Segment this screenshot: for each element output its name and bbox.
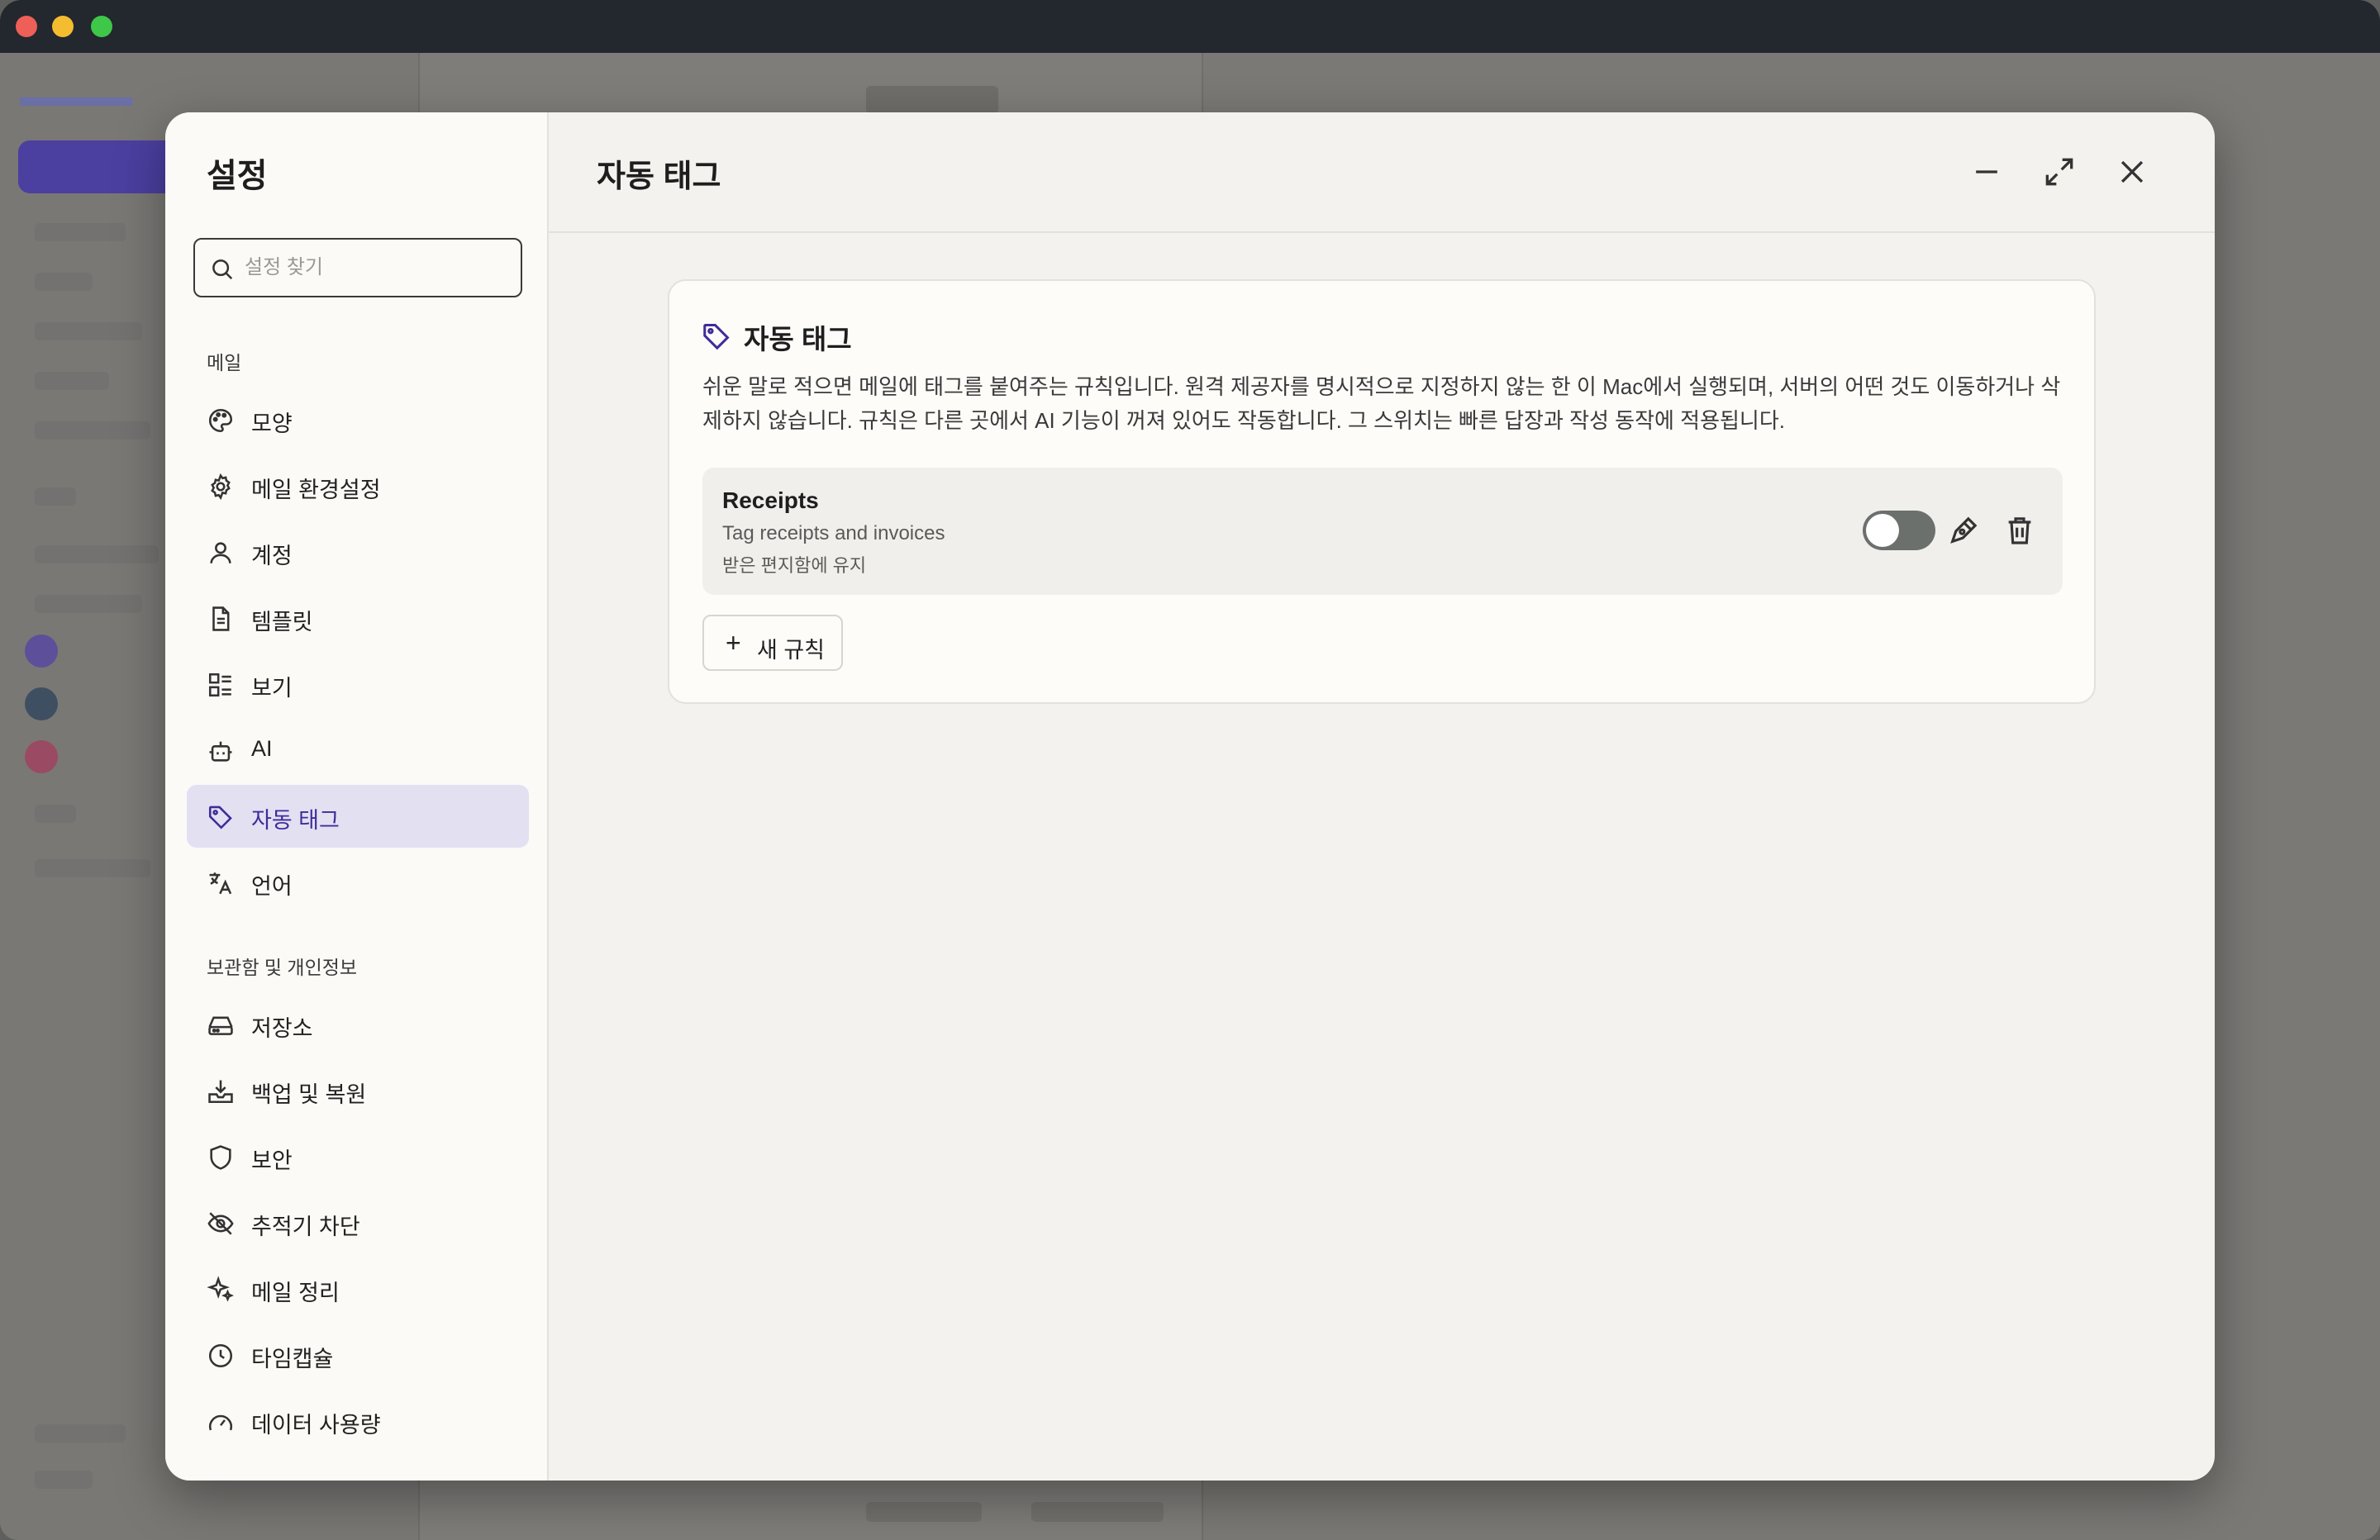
- nav-item-view[interactable]: 보기: [187, 653, 529, 715]
- background-row: [35, 1471, 93, 1489]
- nav-item-accounts[interactable]: 계정: [187, 520, 529, 583]
- toggle-knob: [1866, 514, 1899, 547]
- search-icon: [212, 259, 233, 280]
- eye-off-icon: [207, 1212, 234, 1235]
- nav-item-language[interactable]: 언어: [187, 851, 529, 914]
- page-title: 자동 태그: [597, 159, 721, 194]
- nav-item-backup-restore[interactable]: 백업 및 복원: [187, 1059, 529, 1122]
- settings-dialog: 설정 메일 모양 메일 환경설정 계정: [165, 112, 2215, 1481]
- nav-item-label: 템플릿: [251, 610, 313, 635]
- background-avatar: [25, 740, 58, 773]
- user-icon: [210, 542, 231, 563]
- nav-item-label: 저장소: [251, 1016, 313, 1041]
- nav-item-ai[interactable]: AI: [187, 719, 529, 782]
- add-rule-label: 새 규칙: [757, 638, 826, 663]
- settings-search-input[interactable]: [245, 250, 509, 286]
- auto-tag-card: 자동 태그 쉬운 말로 적으면 메일에 태그를 붙여주는 규칙입니다. 원격 제…: [668, 279, 2096, 704]
- card-title: 자동 태그: [744, 324, 852, 354]
- download-tray-icon: [208, 1080, 233, 1104]
- nav-item-data-usage[interactable]: 데이터 사용량: [187, 1390, 529, 1452]
- nav-item-label: 메일 정리: [251, 1281, 340, 1305]
- background-status: [866, 1502, 982, 1522]
- nav-item-label: AI: [251, 736, 273, 761]
- settings-search[interactable]: [193, 238, 522, 297]
- nav-item-label: 보기: [251, 676, 293, 701]
- background-row: [35, 322, 142, 340]
- rule-name: Receipts: [722, 487, 819, 513]
- nav-item-storage[interactable]: 저장소: [187, 993, 529, 1056]
- rule-folder: 받은 편지함에 유지: [722, 555, 867, 576]
- plus-icon: +: [726, 628, 741, 658]
- background-avatar: [25, 687, 58, 720]
- background-row: [35, 859, 150, 877]
- gear-icon: [211, 473, 231, 501]
- pen-edit-icon[interactable]: [1947, 514, 1980, 547]
- gauge-icon: [209, 1414, 232, 1431]
- settings-title: 설정: [207, 158, 268, 194]
- zoom-window-button[interactable]: [91, 16, 112, 37]
- sparkles-icon: [207, 1276, 234, 1302]
- close-icon[interactable]: [2114, 154, 2150, 190]
- background-avatar: [25, 635, 58, 668]
- background-row: [35, 805, 76, 823]
- rule-enabled-toggle[interactable]: [1863, 511, 1935, 550]
- translate-icon: [209, 872, 232, 895]
- nav-item-tracker-blocking[interactable]: 추적기 차단: [187, 1191, 529, 1254]
- rule-item: Receipts Tag receipts and invoices 받은 편지…: [702, 468, 2063, 595]
- layout-list-icon: [208, 673, 231, 697]
- nav-item-mail-preferences[interactable]: 메일 환경설정: [187, 454, 529, 517]
- nav-item-label: 백업 및 복원: [251, 1082, 367, 1107]
- minimize-icon[interactable]: [1968, 154, 2005, 190]
- minimize-window-button[interactable]: [52, 16, 74, 37]
- window-titlebar: [0, 0, 2380, 53]
- background-row: [35, 273, 93, 291]
- clock-icon: [208, 1343, 233, 1368]
- nav-item-label: 추적기 차단: [251, 1214, 360, 1239]
- background-row: [35, 421, 150, 440]
- nav-item-label: 언어: [251, 874, 293, 899]
- background-list-title: [866, 86, 998, 114]
- card-description: 쉬운 말로 적으면 메일에 태그를 붙여주는 규칙입니다. 원격 제공자를 명시…: [702, 374, 2061, 433]
- nav-item-auto-tag[interactable]: 자동 태그: [187, 785, 529, 848]
- background-row: [35, 372, 109, 390]
- nav-item-label: 데이터 사용량: [251, 1413, 381, 1438]
- settings-content: 자동 태그 자동 태그 쉬운 말로 적으면 메일에 태그를 붙여주는 규칙입니다…: [549, 112, 2215, 1481]
- robot-icon: [209, 741, 232, 762]
- nav-item-label: 타임캡슐: [251, 1347, 334, 1371]
- tag-icon: [208, 806, 232, 829]
- hard-drive-icon: [208, 1016, 233, 1035]
- tag-icon: [703, 324, 730, 350]
- content-header: 자동 태그: [549, 112, 2215, 233]
- background-row: [35, 1424, 126, 1443]
- background-row: [35, 487, 76, 506]
- expand-icon[interactable]: [2041, 154, 2078, 190]
- nav-item-label: 계정: [251, 544, 293, 568]
- background-row: [35, 595, 142, 613]
- section-label-storage-privacy: 보관함 및 개인정보: [207, 957, 358, 978]
- add-rule-button[interactable]: + 새 규칙: [702, 615, 843, 671]
- shield-icon: [210, 1145, 231, 1170]
- nav-item-security[interactable]: 보안: [187, 1125, 529, 1188]
- rule-description: Tag receipts and invoices: [722, 522, 945, 544]
- close-window-button[interactable]: [16, 16, 37, 37]
- background-row: [35, 223, 126, 241]
- background-logo: ▬▬▬▬: [20, 81, 132, 112]
- palette-icon: [208, 408, 233, 433]
- nav-item-label: 모양: [251, 411, 293, 436]
- background-row: [35, 545, 159, 563]
- nav-item-label: 보안: [251, 1148, 293, 1173]
- background-status: [1031, 1502, 1164, 1522]
- nav-item-mail-cleanup[interactable]: 메일 정리: [187, 1257, 529, 1320]
- section-label-mail: 메일: [207, 352, 242, 373]
- nav-item-templates[interactable]: 템플릿: [187, 587, 529, 649]
- nav-item-label: 자동 태그: [251, 808, 340, 833]
- nav-item-label: 메일 환경설정: [251, 478, 381, 502]
- nav-item-appearance[interactable]: 모양: [187, 388, 529, 451]
- trash-icon[interactable]: [2003, 514, 2036, 547]
- nav-item-time-capsule[interactable]: 타임캡슐: [187, 1324, 529, 1386]
- settings-sidebar: 설정 메일 모양 메일 환경설정 계정: [165, 112, 549, 1481]
- document-icon: [212, 606, 230, 631]
